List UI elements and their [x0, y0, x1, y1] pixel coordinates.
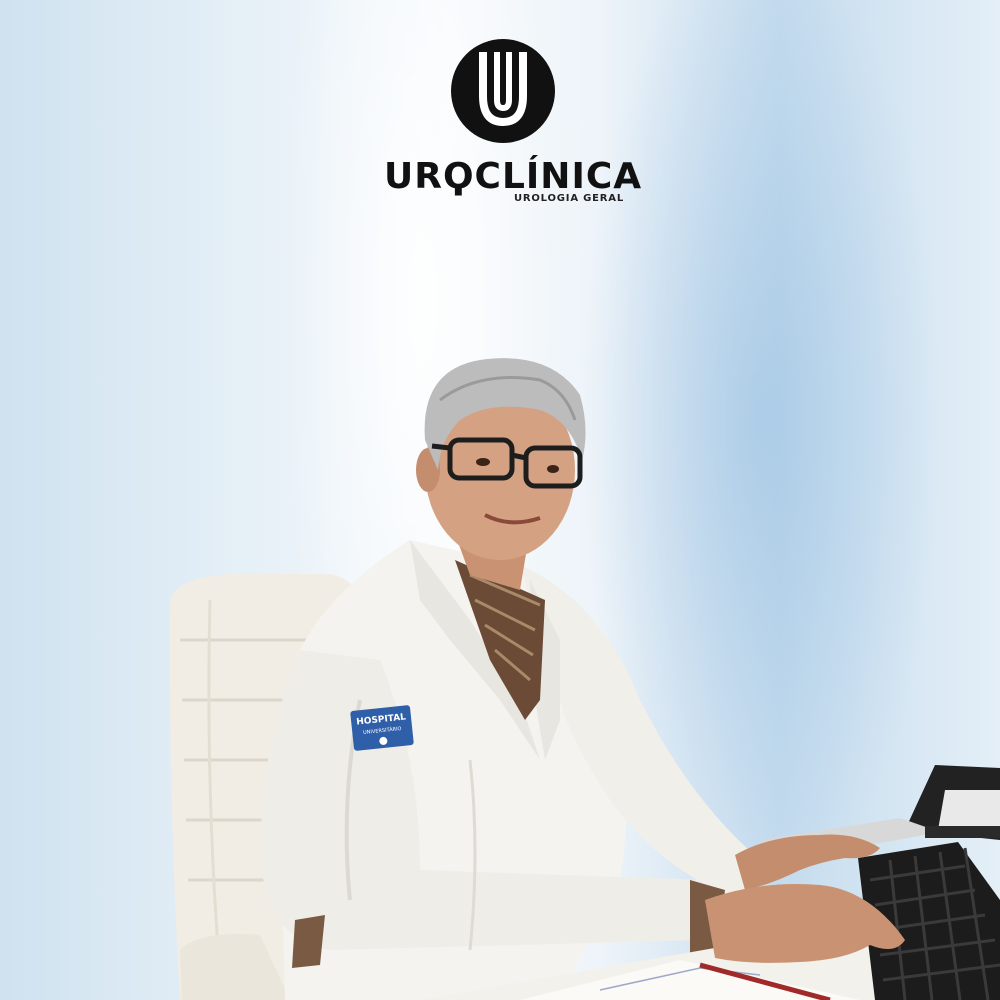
- logo-wordmark: URϘCLÍNICA: [384, 156, 643, 197]
- sleeve-patch: HOSPITAL UNIVERSITÁRIO: [350, 705, 414, 751]
- logo-emblem-icon: [451, 39, 555, 143]
- logo-tagline: UROLOGIA GERAL: [513, 193, 624, 204]
- promo-image: HOSPITAL UNIVERSITÁRIO URϘCLÍNICA UROLOG…: [0, 0, 1000, 1000]
- urclinica-logo: URϘCLÍNICA UROLOGIA GERAL: [380, 38, 643, 208]
